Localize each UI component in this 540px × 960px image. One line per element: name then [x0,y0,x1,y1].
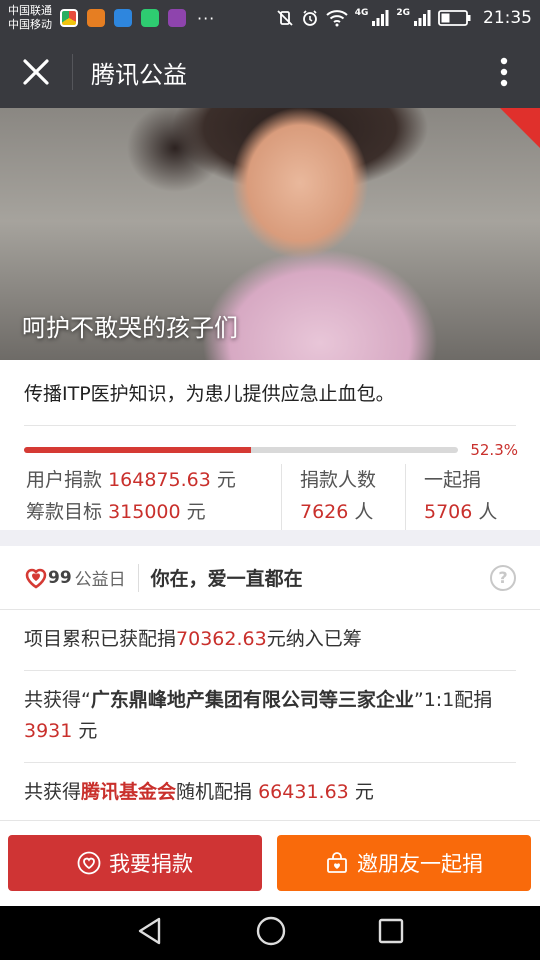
more-vertical-icon [500,57,508,87]
hero-title: 呵护不敢哭的孩子们 [22,314,238,342]
system-nav-bar [0,906,540,960]
clock-time: 21:35 [483,8,532,28]
signal-4g-icon [371,9,389,27]
match-text: 共获得 [24,781,82,803]
taobao-app-icon [87,9,105,27]
donors-stat: 捐款人数 7626 人 [282,464,406,530]
invite-label: 邀朋友一起捐 [357,852,483,876]
raised-row: 用户捐款 164875.63 元 [26,464,281,496]
target-value: 315000 [108,501,181,523]
hero-image: 呵护不敢哭的孩子们 [0,108,540,360]
together-value: 5706 [424,501,473,523]
bottom-action-bar: 我要捐款 邀朋友一起捐 [0,820,540,906]
gallery-app-icon [168,9,186,27]
home-circle-icon [256,916,286,946]
hero-corner-ribbon [500,108,540,148]
match-company: 腾讯基金会 [81,781,177,803]
wechat-app-icon [141,9,159,27]
carrier-info: 中国联通 中国移动 [8,4,52,32]
match-type: ”1:1配捐 [413,689,493,711]
header-divider [72,54,73,90]
together-row: 5706 人 [424,496,497,528]
battery-icon [438,9,472,27]
progress-bar [24,447,458,453]
99-charity-day-logo: 99 公益日 [24,563,139,592]
home-nav-button[interactable] [255,915,287,951]
list-item: 共获得腾讯基金会随机配捐 66431.63 元 [24,763,516,820]
vibrate-off-icon [276,9,294,27]
donors-value: 7626 [300,501,349,523]
together-label: 一起捐 [424,469,482,491]
match-suffix: 元纳入已筹 [266,628,362,650]
heart-logo-icon [25,568,47,589]
signal-2g-icon [413,9,431,27]
qq-app-icon [114,9,132,27]
invite-friends-button[interactable]: 邀朋友一起捐 [277,835,531,891]
network-2g-label: 2G [396,8,410,18]
carrier-1: 中国联通 [8,4,52,17]
match-company: 广东鼎峰地产集团有限公司等三家企业 [90,689,414,711]
target-row: 筹款目标 315000 元 [26,496,281,528]
wifi-icon [326,9,348,27]
match-text: 共获得“ [24,689,91,711]
section-gap [0,530,540,546]
raised-label: 用户捐款 [26,469,103,491]
match-amount: 66431.63 [258,781,349,803]
raised-unit: 元 [216,469,236,491]
match-text: 项目累积已获配捐 [24,628,177,650]
help-icon[interactable]: ? [490,564,516,591]
donate-button[interactable]: 我要捐款 [8,835,262,891]
chrome-app-icon [60,9,78,27]
recents-nav-button[interactable] [377,917,405,949]
match-suffix: 元 [78,720,98,742]
close-icon [23,59,49,85]
match-amount: 70362.63 [176,628,267,650]
logo-text: 公益日 [74,570,126,590]
more-notifications-icon: ··· [197,8,216,28]
together-unit: 人 [478,501,498,523]
event-section-header: 99 公益日 你在，爱一直都在 ? [0,546,540,610]
target-unit: 元 [186,501,206,523]
progress-row: 52.3% [24,426,518,460]
match-list: 项目累积已获配捐70362.63元纳入已筹 共获得“广东鼎峰地产集团有限公司等三… [0,610,540,820]
donors-unit: 人 [354,501,374,523]
progress-fill [24,447,251,453]
heart-circle-icon [77,851,101,875]
donors-label: 捐款人数 [300,469,377,491]
project-description: 传播ITP医护知识，为患儿提供应急止血包。 [24,360,516,426]
page-title: 腾讯公益 [91,60,187,89]
list-item: 项目累积已获配捐70362.63元纳入已筹 [24,610,516,671]
network-4g-label: 4G [354,8,369,18]
back-nav-button[interactable] [135,916,165,950]
alarm-icon [301,9,319,27]
scroll-content[interactable]: 呵护不敢哭的孩子们 传播ITP医护知识，为患儿提供应急止血包。 52.3% 用户… [0,108,540,820]
match-type: 随机配捐 [176,781,253,803]
close-button[interactable] [0,36,72,108]
project-card: 传播ITP医护知识，为患儿提供应急止血包。 52.3% 用户捐款 164875.… [0,360,540,530]
donation-stats: 用户捐款 164875.63 元 筹款目标 315000 元 捐款人数 7626… [24,460,516,530]
together-stat: 一起捐 5706 人 [406,464,497,530]
carrier-2: 中国移动 [8,18,52,31]
money-stats: 用户捐款 164875.63 元 筹款目标 315000 元 [24,464,282,530]
logo-number: 99 [48,567,72,588]
progress-percent: 52.3% [470,441,518,459]
target-label: 筹款目标 [26,501,103,523]
raised-value: 164875.63 [108,469,211,491]
gift-bag-icon [327,852,347,873]
donors-row: 7626 人 [300,496,405,528]
list-item: 共获得“广东鼎峰地产集团有限公司等三家企业”1:1配捐 3931 元 [24,671,516,763]
event-title: 你在，爱一直都在 [150,568,303,590]
donate-label: 我要捐款 [109,852,193,876]
status-bar: 中国联通 中国移动 ··· 4G 2G 21:35 [0,0,540,36]
back-triangle-icon [138,917,161,945]
match-amount: 3931 [24,720,73,742]
app-header: 腾讯公益 [0,36,540,108]
match-suffix: 元 [354,781,374,803]
more-options-button[interactable] [468,36,540,108]
recents-square-icon [378,918,404,944]
